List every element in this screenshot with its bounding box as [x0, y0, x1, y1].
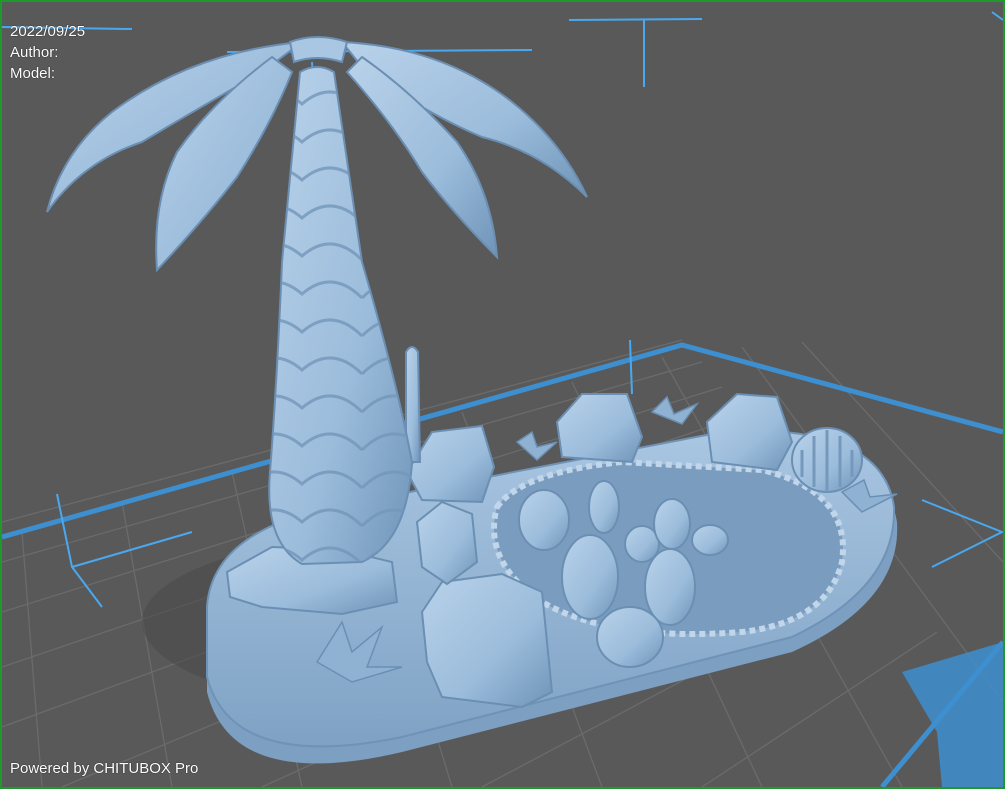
scene-canvas[interactable]: [2, 2, 1003, 787]
model-date: 2022/09/25: [10, 23, 86, 40]
model-info-panel: 2022/09/25 Author: Model:: [10, 22, 85, 85]
powered-by-text: Powered by CHITUBOX Pro: [10, 760, 199, 777]
model-author-label: Author:: [10, 44, 59, 61]
model-name-label: Model:: [10, 65, 56, 82]
build-plate-corner: [902, 642, 1003, 787]
palm-trunk: [268, 66, 414, 566]
3d-viewport[interactable]: 2022/09/25 Author: Model: Powered by CHI…: [0, 0, 1005, 789]
barrel-cactus: [791, 427, 863, 493]
